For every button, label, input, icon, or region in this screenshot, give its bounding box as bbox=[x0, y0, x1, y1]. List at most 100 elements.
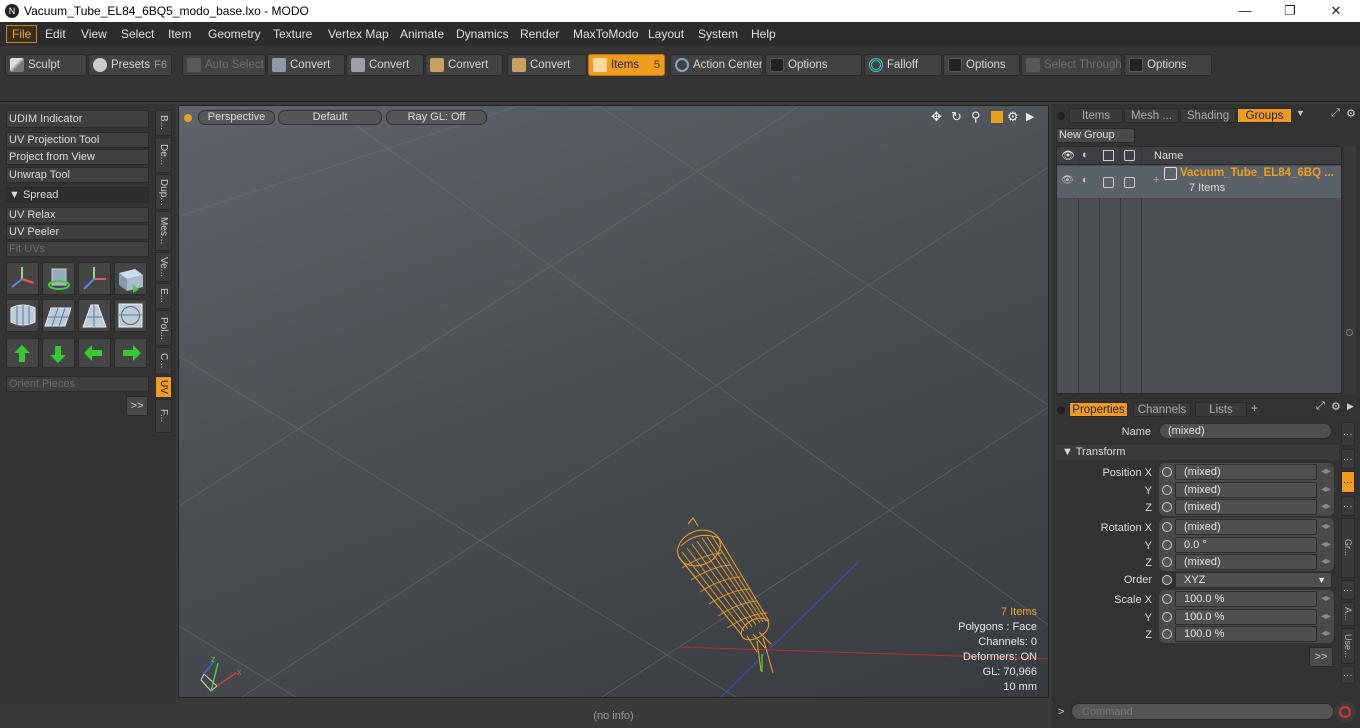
close-button[interactable]: ✕ bbox=[1313, 0, 1359, 22]
new-group-button[interactable]: New Group bbox=[1056, 128, 1135, 143]
menu-view[interactable]: View bbox=[76, 25, 112, 43]
uv-transform-icon[interactable] bbox=[6, 262, 39, 295]
perspective-view-button[interactable]: Perspective bbox=[198, 110, 275, 125]
menu-edit[interactable]: Edit bbox=[40, 25, 71, 43]
keyframe-icon[interactable]: ◂▸ bbox=[1321, 628, 1331, 640]
position-z-field[interactable]: (mixed) bbox=[1175, 499, 1317, 515]
rotate-view-icon[interactable]: ↻ bbox=[951, 110, 965, 124]
side-tab-groups[interactable]: Gr... bbox=[1341, 518, 1355, 578]
vtab-fusion[interactable]: F... bbox=[155, 399, 172, 433]
auto-select-button[interactable]: Auto Select bbox=[182, 54, 266, 76]
keyframe-icon[interactable]: ◂▸ bbox=[1321, 556, 1331, 568]
maximize-panel-icon[interactable]: ⤢ bbox=[1331, 107, 1343, 120]
rotation-z-radio[interactable] bbox=[1162, 557, 1172, 567]
visibility-eye-icon[interactable]: 👁 bbox=[1061, 149, 1075, 162]
position-x-radio[interactable] bbox=[1162, 467, 1172, 477]
position-y-radio[interactable] bbox=[1162, 485, 1172, 495]
uv-box-icon[interactable] bbox=[114, 262, 147, 295]
menu-vertex-map[interactable]: Vertex Map bbox=[323, 25, 394, 43]
tab-mesh[interactable]: Mesh ... bbox=[1124, 108, 1179, 123]
panel-menu-dot-icon[interactable] bbox=[1057, 406, 1065, 414]
maximize-button[interactable]: ❐ bbox=[1267, 0, 1313, 22]
menu-select[interactable]: Select bbox=[116, 25, 159, 43]
sculpt-button[interactable]: Sculpt bbox=[5, 54, 87, 76]
side-tab-a[interactable]: A... bbox=[1341, 602, 1355, 626]
menu-help[interactable]: Help bbox=[746, 25, 781, 43]
falloff-options-button[interactable]: Options bbox=[943, 54, 1020, 76]
visibility-eye-icon[interactable]: 👁 bbox=[1061, 175, 1074, 186]
3d-viewport[interactable]: x z Perspective Default Ray GL: Off ✥ ↻ … bbox=[178, 105, 1049, 698]
groups-scrollbar[interactable] bbox=[1344, 146, 1356, 394]
tab-items[interactable]: Items bbox=[1069, 108, 1123, 123]
side-menu-dots-active-icon[interactable]: ⋮ bbox=[1341, 471, 1355, 493]
position-x-field[interactable]: (mixed) bbox=[1175, 464, 1317, 480]
side-tab-user[interactable]: Use... bbox=[1341, 628, 1355, 664]
keyframe-icon[interactable]: ◂▸ bbox=[1321, 466, 1331, 478]
raygl-toggle-button[interactable]: Ray GL: Off bbox=[386, 110, 487, 125]
arrow-left-icon[interactable] bbox=[78, 338, 111, 368]
action-center-options-button[interactable]: Options bbox=[765, 54, 862, 76]
menu-file[interactable]: File bbox=[6, 25, 38, 43]
falloff-button[interactable]: Falloff bbox=[864, 54, 942, 76]
keyframe-icon[interactable]: ◂▸ bbox=[1321, 521, 1331, 533]
zoom-icon[interactable]: ⚲ bbox=[971, 110, 985, 124]
uv-perspective-icon[interactable] bbox=[78, 299, 111, 332]
side-menu-dots-icon[interactable]: ⋮ bbox=[1341, 496, 1355, 516]
tab-properties[interactable]: Properties bbox=[1069, 402, 1128, 417]
keyframe-icon[interactable]: ◂▸ bbox=[1321, 539, 1331, 551]
udim-indicator-button[interactable]: UDIM Indicator bbox=[6, 110, 149, 128]
side-menu-dots-icon[interactable]: ⋮ bbox=[1341, 422, 1355, 446]
fit-uvs-button[interactable]: Fit UVs bbox=[6, 241, 149, 257]
expand-plus-icon[interactable]: + bbox=[1153, 174, 1159, 186]
keyframe-icon[interactable]: ◂▸ bbox=[1321, 611, 1331, 623]
command-input[interactable] bbox=[1071, 703, 1334, 720]
scale-y-field[interactable]: 100.0 % bbox=[1175, 609, 1317, 625]
menu-render[interactable]: Render bbox=[515, 25, 564, 43]
viewport-menu-dot-icon[interactable] bbox=[184, 114, 192, 122]
vtab-mesh-edit[interactable]: Mes... bbox=[155, 211, 172, 251]
arrow-up-icon[interactable] bbox=[6, 338, 39, 368]
position-z-radio[interactable] bbox=[1162, 502, 1172, 512]
group-row[interactable]: 👁 ◐ + Vacuum_Tube_EL84_6BQ ... 7 Items bbox=[1057, 166, 1341, 198]
uv-projection-tool-button[interactable]: UV Projection Tool bbox=[6, 132, 149, 148]
column-name-header[interactable]: Name bbox=[1154, 150, 1183, 162]
keyframe-icon[interactable]: ◂▸ bbox=[1321, 484, 1331, 496]
add-tab-button[interactable]: + bbox=[1251, 401, 1258, 415]
menu-texture[interactable]: Texture bbox=[268, 25, 317, 43]
vtab-duplicate[interactable]: Dup... bbox=[155, 174, 172, 210]
uv-spherical-icon[interactable] bbox=[114, 299, 147, 332]
convert-edges-button[interactable]: Convert bbox=[346, 54, 424, 76]
select-through-button[interactable]: Select Through bbox=[1021, 54, 1122, 76]
scale-z-field[interactable]: 100.0 % bbox=[1175, 626, 1317, 642]
order-dropdown[interactable]: XYZ ▼ bbox=[1175, 572, 1332, 588]
menu-maxtomodo[interactable]: MaxToModo bbox=[568, 25, 643, 43]
convert-polygons-button[interactable]: Convert bbox=[425, 54, 503, 76]
gear-icon[interactable]: ⚙ bbox=[1346, 107, 1358, 120]
uv-rotate-icon[interactable] bbox=[42, 262, 75, 295]
rotation-x-radio[interactable] bbox=[1162, 522, 1172, 532]
select-checkbox[interactable] bbox=[1124, 177, 1135, 188]
fit-view-icon[interactable] bbox=[991, 111, 1003, 123]
vtab-vertex[interactable]: Ve... bbox=[155, 252, 172, 282]
group-name[interactable]: Vacuum_Tube_EL84_6BQ ... bbox=[1180, 167, 1334, 179]
keyframe-icon[interactable]: ◂▸ bbox=[1321, 593, 1331, 605]
transform-section-header[interactable]: ▼ Transform bbox=[1056, 445, 1339, 460]
uv-cylindrical-icon[interactable] bbox=[6, 299, 39, 332]
arrow-right-icon[interactable] bbox=[114, 338, 147, 368]
keyframe-icon[interactable]: ◂▸ bbox=[1321, 501, 1331, 513]
default-shading-button[interactable]: Default bbox=[278, 110, 382, 125]
select-through-options-button[interactable]: Options bbox=[1124, 54, 1212, 76]
play-arrow-icon[interactable]: ▶ bbox=[1026, 110, 1036, 124]
scale-y-radio[interactable] bbox=[1162, 612, 1172, 622]
uv-relax-button[interactable]: UV Relax bbox=[6, 207, 149, 223]
render-icon[interactable]: ◐ bbox=[1082, 149, 1089, 161]
menu-geometry[interactable]: Geometry bbox=[203, 25, 266, 43]
rotation-z-field[interactable]: (mixed) bbox=[1175, 554, 1317, 570]
side-menu-dots-icon[interactable]: ⋮ bbox=[1341, 666, 1355, 684]
gear-icon[interactable]: ⚙ bbox=[1007, 110, 1021, 124]
vtab-curve[interactable]: C... bbox=[155, 347, 172, 375]
play-arrow-icon[interactable]: ▶ bbox=[1347, 401, 1357, 412]
tabs-dropdown-icon[interactable]: ▼ bbox=[1296, 108, 1306, 118]
lock-checkbox[interactable] bbox=[1103, 177, 1114, 188]
tab-shading[interactable]: Shading bbox=[1180, 108, 1236, 123]
